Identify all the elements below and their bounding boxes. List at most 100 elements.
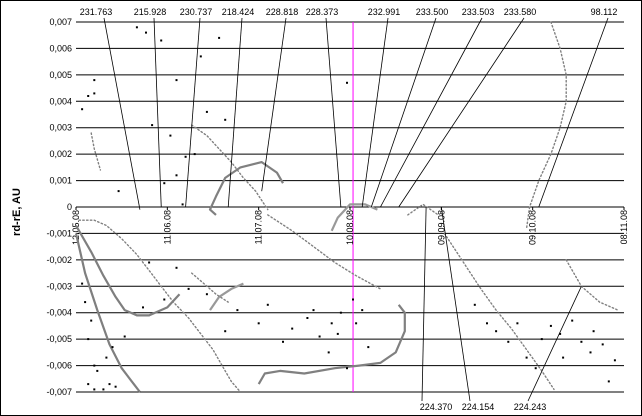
data-point: [613, 359, 616, 362]
data-point: [81, 282, 84, 285]
data-point: [367, 346, 370, 349]
data-point: [361, 309, 364, 312]
x-tick-label: 09.10.08: [528, 210, 538, 245]
data-point: [108, 383, 111, 386]
annotation-leader: [227, 17, 243, 208]
data-point: [224, 118, 227, 121]
data-point: [148, 261, 151, 264]
data-point: [540, 338, 543, 341]
data-point: [114, 385, 117, 388]
data-point: [562, 356, 565, 359]
annotation-leader: [380, 17, 483, 208]
data-point: [205, 293, 208, 296]
annotation-labels: 231.763 215.928 230.737 218.424 228.818 228.3…: [80, 7, 618, 412]
data-point: [90, 319, 93, 322]
annotation-label: 215.928: [134, 7, 167, 17]
y-tick-label: -0,001: [46, 228, 72, 238]
data-point: [145, 31, 147, 34]
data-point: [93, 364, 96, 367]
annotation-label: 230.737: [180, 7, 213, 17]
annotation-leader: [398, 17, 525, 208]
data-point: [330, 322, 333, 325]
dotted-track: [90, 132, 102, 171]
chart-svg: -0,007 -0,006 -0,005 -0,004 -0,003 -0,002 -0,0…: [11, 7, 629, 412]
data-point: [473, 303, 476, 306]
data-point: [193, 153, 196, 156]
x-tick-label: 11.06.08: [162, 210, 172, 244]
data-point: [199, 55, 202, 58]
annotation-label: 218.424: [222, 7, 255, 17]
y-tick-label: -0,005: [46, 334, 72, 344]
dotted-track: [191, 124, 269, 211]
annotation-label: 98.112: [591, 7, 618, 17]
annotation-label: 231.763: [80, 7, 113, 17]
dotted-track: [191, 272, 229, 303]
data-point: [318, 335, 321, 338]
data-point: [151, 124, 154, 127]
x-tick-label: 11.07.08: [254, 210, 264, 244]
data-point: [306, 317, 309, 319]
data-point: [266, 303, 269, 306]
y-tick-label: -0,006: [46, 361, 72, 371]
data-point: [142, 306, 144, 309]
x-tick-label: 08.11.08: [619, 210, 629, 244]
data-point: [169, 134, 172, 137]
y-tick-label: -0,007: [46, 387, 72, 397]
annotation-leader: [370, 17, 437, 208]
data-point: [87, 95, 90, 97]
x-tick-label: 10.08.08: [345, 210, 355, 245]
data-point: [592, 330, 595, 333]
data-point: [516, 322, 519, 325]
data-point: [181, 203, 184, 206]
data-point: [224, 330, 227, 333]
annotation-label: 232.991: [368, 7, 401, 17]
data-point: [96, 369, 99, 372]
annotation-label: 233.503: [462, 7, 495, 17]
data-point: [346, 81, 348, 84]
annotation-leader: [361, 17, 389, 208]
dotted-track: [525, 21, 567, 229]
data-point: [93, 92, 96, 95]
y-tick-label: -0,002: [46, 255, 72, 265]
data-point: [111, 346, 114, 349]
annotation-leader: [421, 206, 427, 402]
data-point: [102, 388, 105, 391]
data-point: [312, 309, 315, 312]
data-point: [93, 388, 96, 391]
annotation-label: 233.580: [504, 7, 537, 17]
data-point: [175, 79, 178, 82]
data-point: [352, 298, 354, 301]
data-point: [163, 298, 166, 301]
dotted-track: [267, 214, 382, 290]
data-point: [339, 311, 342, 314]
data-point: [81, 108, 84, 111]
annotation-leader: [440, 206, 471, 402]
data-point: [580, 340, 583, 343]
annotation-label: 228.373: [306, 7, 339, 17]
annotation-leader: [538, 17, 609, 208]
data-point: [236, 309, 239, 312]
annotation-leader: [153, 17, 162, 208]
y-tick-labels: -0,007 -0,006 -0,005 -0,004 -0,003 -0,002 -0,0…: [46, 17, 72, 397]
y-tick-label: 0,001: [49, 176, 72, 186]
dotted-track: [78, 219, 242, 393]
annotation-leader: [185, 17, 201, 208]
data-point: [175, 266, 178, 269]
data-point: [589, 351, 592, 354]
data-point: [187, 287, 190, 290]
data-point: [282, 340, 284, 343]
data-point: [549, 324, 552, 327]
data-point: [336, 332, 339, 335]
y-tick-label: 0,007: [49, 17, 72, 27]
x-tick-labels: 12.05.08 11.06.08 11.07.08 10.08.08 09.09.08…: [71, 210, 629, 245]
annotation-label: 233.500: [416, 7, 449, 17]
data-point: [184, 155, 187, 158]
data-point: [135, 26, 138, 29]
data-point: [163, 182, 166, 185]
data-point: [486, 322, 488, 325]
data-point: [495, 330, 498, 333]
y-tick-label: 0,004: [49, 96, 72, 106]
data-point: [607, 380, 610, 383]
data-point: [93, 79, 96, 82]
y-axis-label: rd-rE, AU: [11, 188, 23, 236]
